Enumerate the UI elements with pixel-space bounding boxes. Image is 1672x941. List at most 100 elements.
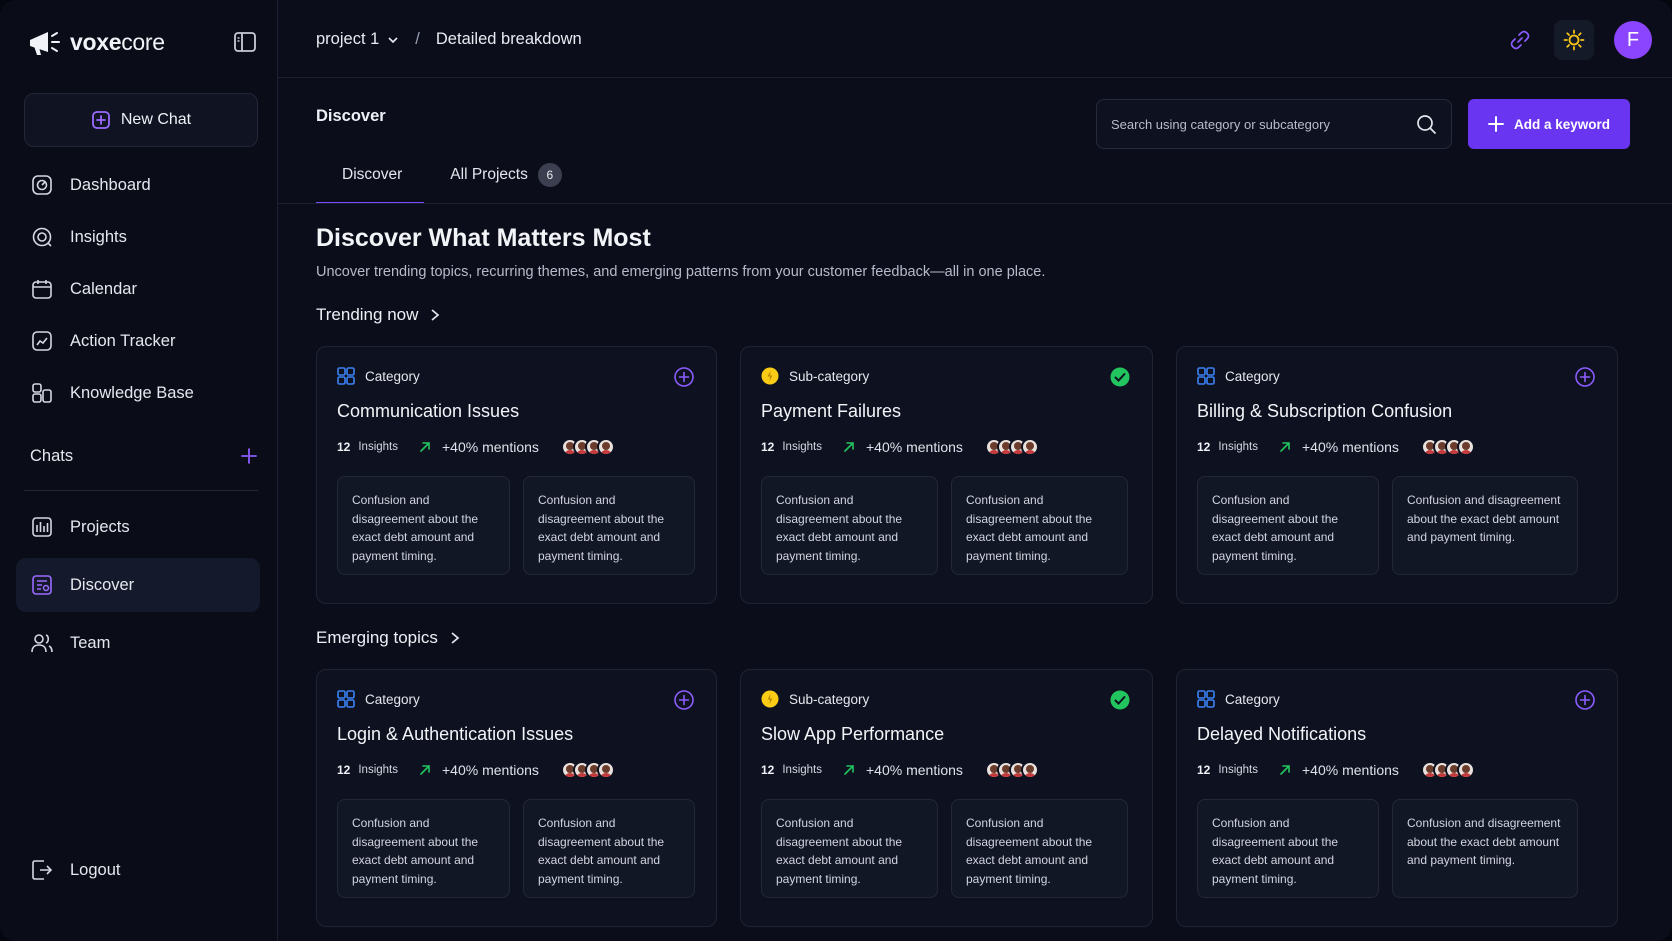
chevron-right-icon [451, 632, 460, 644]
knowledge-base-icon [32, 383, 52, 403]
feedback-snippet[interactable]: Confusion and disagreement about the exa… [337, 799, 510, 898]
card-row: Category Login & Authentication Issues 12 I… [316, 669, 1618, 927]
sidebar-nav-secondary: Projects Discover Team [16, 500, 260, 674]
sidebar-item-insights[interactable]: Insights [16, 211, 260, 263]
card-title: Billing & Subscription Confusion [1197, 401, 1453, 421]
logout-button[interactable]: Logout [30, 858, 120, 882]
avatar [1456, 761, 1475, 779]
feedback-snippet[interactable]: Confusion and disagreement about the exa… [1197, 476, 1379, 575]
snippet-row: Confusion and disagreement about the exa… [337, 476, 696, 575]
sidebar-item-label: Insights [70, 227, 127, 246]
sidebar-item-label: Dashboard [70, 175, 151, 194]
card-stats: 12 Insights +40% mentions [761, 761, 1132, 779]
sidebar-toggle-icon[interactable] [232, 30, 258, 54]
topic-card[interactable]: Sub-category Slow App Performance 12 Insigh… [740, 669, 1153, 927]
trend-up-icon [420, 765, 430, 775]
link-button[interactable] [1500, 20, 1540, 60]
search-icon[interactable] [1415, 113, 1437, 135]
topic-card[interactable]: Category Delayed Notifications 12 Insights +… [1176, 669, 1618, 927]
card-type-label: Category [365, 691, 420, 707]
insights-count: 12 [337, 763, 351, 777]
card-type-label: Sub-category [789, 368, 870, 384]
feedback-snippet[interactable]: Confusion and disagreement about the exa… [523, 799, 695, 898]
category-grid-icon [1197, 690, 1215, 708]
sun-icon [1563, 29, 1585, 51]
trend-up-icon [844, 442, 854, 452]
sidebar-item-action-tracker[interactable]: Action Tracker [16, 315, 260, 367]
insights-label: Insights [782, 441, 822, 453]
sidebar-item-label: Team [70, 633, 111, 652]
card-title: Slow App Performance [761, 724, 945, 744]
insights-count: 12 [761, 440, 775, 454]
trend-up-icon [844, 765, 854, 775]
feedback-snippet[interactable]: Confusion and disagreement about the exa… [337, 476, 510, 575]
sidebar-item-label: Action Tracker [70, 331, 176, 350]
feedback-snippet[interactable]: Confusion and disagreement about the exa… [761, 476, 938, 575]
add-circle-icon[interactable] [1575, 367, 1595, 387]
section-title-emerging-topics[interactable]: Emerging topics [316, 628, 460, 648]
theme-toggle-button[interactable] [1554, 20, 1594, 60]
project-selector[interactable]: project 1 [316, 30, 399, 49]
add-keyword-button[interactable]: Add a keyword [1468, 99, 1630, 149]
top-bar: project 1 / Detailed breakdown F [278, 0, 1672, 78]
tab-label: Discover [342, 166, 403, 183]
feedback-snippet[interactable]: Confusion and disagreement about the exa… [1197, 799, 1379, 898]
mentions-change: +40% mentions [1302, 762, 1399, 778]
megaphone-logo-icon [30, 32, 60, 55]
new-chat-button[interactable]: New Chat [24, 93, 258, 147]
feedback-snippet[interactable]: Confusion and disagreement about the exa… [761, 799, 938, 898]
category-grid-icon [337, 690, 355, 708]
add-circle-icon[interactable] [1575, 690, 1595, 710]
topic-card[interactable]: Category Login & Authentication Issues 12 I… [316, 669, 717, 927]
topic-card[interactable]: Category Billing & Subscription Confusion… [1176, 346, 1618, 604]
card-type: Category [337, 367, 696, 385]
insights-label: Insights [358, 764, 398, 776]
dashboard-icon [32, 175, 52, 195]
feedback-snippet[interactable]: Confusion and disagreement about the exa… [951, 476, 1128, 575]
tab-all-projects[interactable]: All Projects 6 [424, 158, 584, 204]
sidebar-item-projects[interactable]: Projects [16, 500, 260, 554]
card-stats: 12 Insights +40% mentions [337, 438, 696, 456]
category-grid-icon [337, 367, 355, 385]
avatar-stack [560, 761, 615, 779]
sidebar-item-label: Knowledge Base [70, 383, 194, 402]
card-type: Sub-category [761, 367, 1132, 385]
link-icon [1510, 30, 1530, 50]
card-type-label: Sub-category [789, 691, 870, 707]
sidebar-item-discover[interactable]: Discover [16, 558, 260, 612]
card-title: Delayed Notifications [1197, 724, 1367, 744]
insights-label: Insights [1218, 764, 1258, 776]
feedback-snippet[interactable]: Confusion and disagreement about the exa… [951, 799, 1128, 898]
add-chat-plus-icon[interactable] [240, 447, 258, 465]
sidebar-item-calendar[interactable]: Calendar [16, 263, 260, 315]
breadcrumb-separator: / [415, 30, 420, 48]
tab-discover[interactable]: Discover [316, 158, 425, 204]
trend-up-icon [1280, 442, 1290, 452]
brand[interactable]: voxecore [26, 24, 165, 60]
avatar-stack [560, 438, 615, 456]
chats-section-header: Chats [30, 440, 258, 472]
user-avatar[interactable]: F [1614, 21, 1652, 59]
feedback-snippet[interactable]: Confusion and disagreement about the exa… [523, 476, 695, 575]
search-input[interactable] [1111, 116, 1401, 132]
section-title-trending-now[interactable]: Trending now [316, 305, 440, 325]
add-circle-icon[interactable] [674, 690, 694, 710]
add-circle-icon[interactable] [674, 367, 694, 387]
added-check-icon[interactable] [1110, 690, 1130, 710]
card-type-label: Category [365, 368, 420, 384]
subcategory-dot-icon [761, 367, 779, 385]
subcategory-dot-icon [761, 690, 779, 708]
sidebar-item-team[interactable]: Team [16, 616, 260, 670]
section-title-label: Trending now [316, 305, 419, 324]
hero-title: Discover What Matters Most [316, 224, 651, 252]
breadcrumb-current: Detailed breakdown [435, 30, 582, 48]
topic-card[interactable]: Sub-category Payment Failures 12 Insights +4… [740, 346, 1153, 604]
topic-card[interactable]: Category Communication Issues 12 Insights +4… [316, 346, 717, 604]
snippet-row: Confusion and disagreement about the exa… [337, 799, 696, 898]
sidebar-item-knowledge-base[interactable]: Knowledge Base [16, 367, 260, 419]
feedback-snippet[interactable]: Confusion and disagreement about the exa… [1392, 799, 1578, 898]
tab-bar: Discover All Projects 6 [316, 158, 584, 204]
feedback-snippet[interactable]: Confusion and disagreement about the exa… [1392, 476, 1578, 575]
sidebar-item-dashboard[interactable]: Dashboard [16, 159, 260, 211]
added-check-icon[interactable] [1110, 367, 1130, 387]
